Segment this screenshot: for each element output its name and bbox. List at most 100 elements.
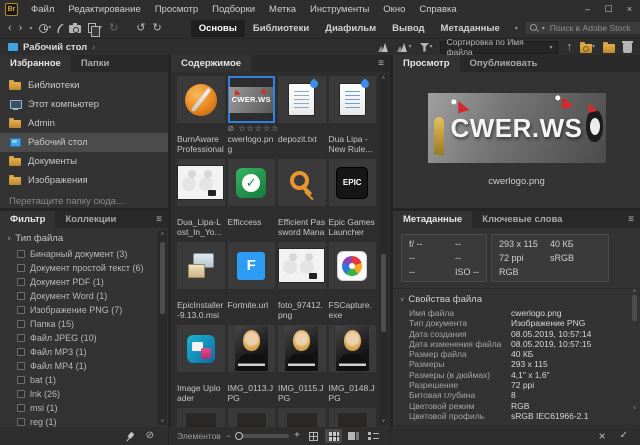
content-tab[interactable]: Содержимое bbox=[171, 55, 251, 72]
favorites-item[interactable]: Рабочий стол bbox=[0, 133, 168, 152]
thumbnail-tile[interactable] bbox=[329, 325, 377, 372]
thumbnail-tile[interactable] bbox=[278, 159, 326, 206]
larger-thumbnails-button[interactable]: + bbox=[294, 431, 300, 441]
workspace-tab[interactable]: Основы bbox=[191, 20, 245, 37]
content-item[interactable]: CWER.WS ⊘ ☆☆☆☆☆ cwerlogo.png bbox=[228, 76, 276, 155]
filter-checkbox[interactable] bbox=[17, 348, 25, 356]
content-item[interactable]: Image Uploader bbox=[177, 325, 225, 404]
filter-checkbox[interactable] bbox=[17, 404, 25, 412]
block-icon[interactable]: ⊘ bbox=[146, 431, 154, 441]
favorites-item[interactable]: Этот компьютер bbox=[0, 95, 168, 114]
thumbnail-tile[interactable] bbox=[278, 76, 326, 123]
filter-button[interactable]: ▾ bbox=[419, 43, 432, 52]
thumbnail-tile[interactable]: CWER.WS bbox=[228, 76, 276, 123]
metadata-value[interactable]: sRGB IEC61966-2.1 bbox=[511, 411, 588, 421]
favorites-item[interactable]: Admin bbox=[0, 114, 168, 133]
quality-filter-button[interactable]: ▾ bbox=[397, 43, 411, 52]
content-item[interactable]: depozit.txt bbox=[278, 76, 326, 155]
scroll-down-icon[interactable]: ∨ bbox=[633, 405, 637, 411]
panel-tab[interactable]: Просмотр bbox=[393, 55, 460, 72]
content-item[interactable]: IMG_0113.JPG bbox=[228, 325, 276, 404]
close-button[interactable]: × bbox=[619, 0, 640, 18]
content-item[interactable]: Efficcess bbox=[228, 159, 276, 238]
content-item[interactable]: Dua Lipa - New Rule...eo).mp4 bbox=[329, 76, 377, 155]
metadata-value[interactable]: RGB bbox=[511, 401, 529, 411]
metadata-value[interactable]: 8 bbox=[511, 390, 516, 400]
workspace-more-icon[interactable]: ▾ bbox=[515, 25, 518, 32]
maximize-button[interactable]: ☐ bbox=[598, 0, 619, 18]
filter-checkbox[interactable] bbox=[17, 306, 25, 314]
filter-checkbox[interactable] bbox=[17, 334, 25, 342]
back-button[interactable]: ‹ bbox=[8, 23, 12, 34]
metadata-scrollbar[interactable]: ∧ ∨ bbox=[630, 287, 639, 412]
search-scope-chevron-icon[interactable]: ▾ bbox=[542, 25, 545, 32]
content-item[interactable]: FSCapture.exe bbox=[329, 242, 377, 321]
smaller-thumbnails-button[interactable]: − bbox=[226, 431, 231, 441]
open-recent-file-button[interactable]: ▾ bbox=[88, 23, 102, 33]
filter-item[interactable]: Бинарный документ (3) bbox=[0, 247, 168, 261]
thumbnail-tile[interactable] bbox=[228, 325, 276, 372]
recent-items-button[interactable]: ▾ bbox=[39, 24, 51, 33]
pin-icon[interactable] bbox=[122, 429, 137, 444]
thumbnail-tile[interactable] bbox=[278, 242, 326, 289]
nav-chevron-icon[interactable]: ▾ bbox=[29, 25, 32, 32]
thumbnail-tile[interactable] bbox=[228, 159, 276, 206]
filter-item[interactable]: reg (1) bbox=[0, 415, 168, 427]
workspace-tab[interactable]: Библиотеки bbox=[245, 20, 317, 37]
file-properties-header[interactable]: ∨ Свойства файла bbox=[393, 289, 640, 308]
cancel-metadata-button[interactable]: × bbox=[599, 430, 606, 442]
scrollbar-thumb[interactable] bbox=[160, 242, 165, 314]
filter-item[interactable]: Документ Word (1) bbox=[0, 289, 168, 303]
filter-checkbox[interactable] bbox=[17, 362, 25, 370]
thumbnail-tile[interactable] bbox=[177, 76, 225, 123]
apply-metadata-button[interactable]: ✓ bbox=[620, 431, 628, 441]
scroll-down-icon[interactable]: ∨ bbox=[161, 418, 165, 424]
thumbnail-size-slider[interactable] bbox=[236, 434, 289, 438]
filter-item[interactable]: Документ PDF (1) bbox=[0, 275, 168, 289]
favorites-item[interactable]: Документы bbox=[0, 152, 168, 171]
adobe-stock-search[interactable]: ▾ bbox=[525, 21, 640, 35]
filter-item[interactable]: lnk (26) bbox=[0, 387, 168, 401]
thumbnail-tile[interactable] bbox=[177, 242, 225, 289]
breadcrumb[interactable]: Рабочий стол bbox=[23, 42, 87, 53]
workspace-tab[interactable]: Вывод bbox=[384, 20, 432, 37]
filter-item[interactable]: Документ простой текст (6) bbox=[0, 261, 168, 275]
thumbnail-tile[interactable] bbox=[177, 159, 225, 206]
filter-group-header[interactable]: ∨ Тип файла bbox=[0, 228, 168, 247]
panel-tab[interactable]: Папки bbox=[71, 55, 119, 72]
content-menu-icon[interactable]: ≡ bbox=[372, 55, 390, 72]
filter-checkbox[interactable] bbox=[17, 250, 25, 258]
filter-scrollbar[interactable]: ∧ ∨ bbox=[158, 230, 167, 425]
metadata-value[interactable]: cwerlogo.png bbox=[511, 308, 562, 318]
collapse-icon[interactable]: ∨ bbox=[7, 235, 11, 242]
metadata-value[interactable]: 72 ppi bbox=[511, 380, 534, 390]
favorites-item[interactable]: Библиотеки bbox=[0, 76, 168, 95]
forward-button[interactable]: › bbox=[19, 23, 23, 34]
metadata-value[interactable]: 08.05.2019, 10:57:15 bbox=[511, 339, 591, 349]
view-thumbnails-button[interactable] bbox=[325, 429, 342, 443]
boomerang-button[interactable]: ( bbox=[56, 22, 65, 34]
rating-filter-icon[interactable] bbox=[378, 43, 389, 52]
thumbnail-tile[interactable] bbox=[329, 242, 377, 289]
metadata-value[interactable]: 40 КБ bbox=[511, 349, 533, 359]
content-item[interactable]: foto_97412.png bbox=[278, 242, 326, 321]
slider-thumb[interactable] bbox=[235, 432, 243, 440]
metadata-value[interactable]: 4,1" x 1,6" bbox=[511, 370, 550, 380]
content-item[interactable]: EpicInstaller-9.13.0.msi bbox=[177, 242, 225, 321]
panel-tab[interactable]: Опубликовать bbox=[460, 55, 548, 72]
get-photos-from-camera-button[interactable] bbox=[69, 23, 81, 33]
partial-thumbnail[interactable] bbox=[228, 408, 276, 427]
collapse-icon[interactable]: ∨ bbox=[400, 296, 404, 303]
panel-tab[interactable]: Фильтр bbox=[0, 211, 55, 228]
rating-stars[interactable]: ⊘ ☆☆☆☆☆ bbox=[228, 124, 276, 133]
new-folder-button[interactable] bbox=[603, 44, 615, 53]
content-scrollbar[interactable]: ∧ ∨ bbox=[379, 74, 388, 425]
filter-item[interactable]: msi (1) bbox=[0, 401, 168, 415]
filter-checkbox[interactable] bbox=[17, 292, 25, 300]
thumbnail-tile[interactable] bbox=[177, 325, 225, 372]
content-item[interactable]: IMG_0148.JPG bbox=[329, 325, 377, 404]
menu-item[interactable]: Подборки bbox=[205, 4, 262, 15]
filter-item[interactable]: bat (1) bbox=[0, 373, 168, 387]
scrollbar-thumb[interactable] bbox=[381, 254, 386, 332]
filter-item[interactable]: Файл JPEG (10) bbox=[0, 331, 168, 345]
